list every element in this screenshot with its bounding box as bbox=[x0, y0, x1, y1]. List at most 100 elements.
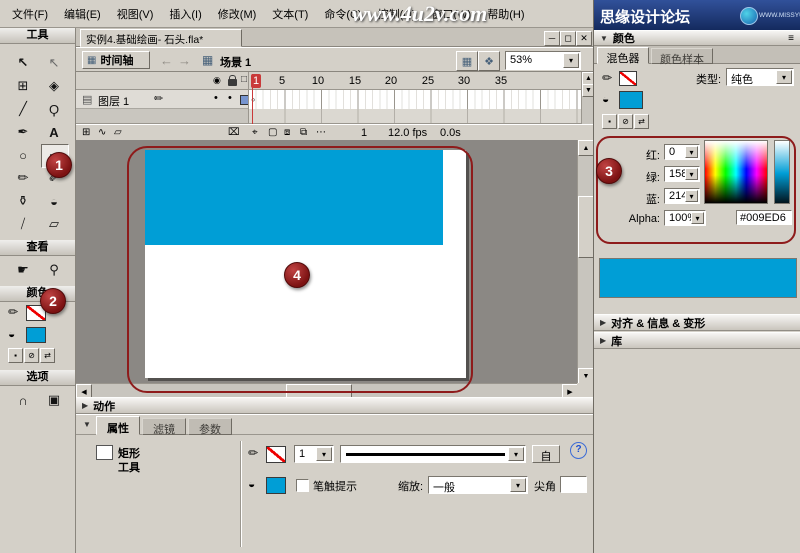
show-hide-eye-icon[interactable]: ◉ bbox=[213, 75, 221, 86]
edit-scene-button[interactable]: ▦ bbox=[456, 51, 478, 71]
help-button[interactable]: ? bbox=[570, 442, 587, 459]
menu-modify[interactable]: 修改(M) bbox=[210, 4, 265, 24]
blue-spinner-icon[interactable]: ▾ bbox=[685, 190, 698, 202]
alpha-input[interactable]: 100% ▾ bbox=[664, 210, 706, 226]
default-colors-button[interactable]: ▪ bbox=[8, 348, 23, 363]
free-transform-tool[interactable]: ⊞ bbox=[10, 75, 36, 97]
doc-close-button[interactable]: ✕ bbox=[576, 31, 592, 46]
blue-input[interactable]: 214 ▾ bbox=[664, 188, 700, 204]
doc-minimize-button[interactable]: － bbox=[544, 31, 560, 46]
paint-bucket-tool[interactable]: ◒ bbox=[41, 190, 67, 212]
zoom-combobox[interactable]: 53% ▾ bbox=[505, 51, 581, 70]
stroke-color-swatch[interactable] bbox=[266, 446, 286, 463]
mixer-fill-swatch[interactable] bbox=[619, 91, 643, 109]
type-arrow-icon[interactable]: ▾ bbox=[776, 70, 792, 84]
line-tool[interactable]: ╱ bbox=[10, 98, 36, 120]
insert-layer-icon[interactable]: ⊞ bbox=[82, 127, 90, 138]
frame-ruler[interactable]: 1 5 10 15 20 25 30 35 bbox=[248, 72, 581, 90]
tab-filters[interactable]: 滤镜 bbox=[142, 418, 186, 435]
zoom-dropdown-arrow-icon[interactable]: ▾ bbox=[563, 53, 579, 68]
color-panel-header[interactable]: ▼ 颜色 ≡ bbox=[594, 30, 800, 46]
onion-outline-icon[interactable]: ⧈ bbox=[284, 127, 290, 138]
snap-magnet-button[interactable]: ∩ bbox=[10, 389, 36, 411]
brightness-slider[interactable] bbox=[774, 140, 790, 204]
scale-combobox[interactable]: 一般 ▾ bbox=[428, 476, 528, 494]
red-input[interactable]: 0 ▾ bbox=[664, 144, 700, 160]
ink-bottle-tool[interactable]: ⚱ bbox=[10, 190, 36, 212]
scroll-down-icon[interactable]: ▼ bbox=[578, 368, 594, 384]
insert-folder-icon[interactable]: ▱ bbox=[114, 127, 122, 138]
custom-stroke-button[interactable]: 自 bbox=[532, 445, 560, 463]
scroll-up-icon[interactable]: ▲ bbox=[578, 140, 594, 156]
scale-arrow-icon[interactable]: ▾ bbox=[510, 478, 526, 492]
playhead-line[interactable] bbox=[252, 74, 253, 124]
stroke-style-arrow-icon[interactable]: ▾ bbox=[508, 447, 524, 461]
frame-rate-value[interactable]: 12.0 fps bbox=[388, 127, 427, 139]
timeline-scrollbar[interactable]: ▲ ▼ bbox=[581, 72, 593, 124]
history-back-button[interactable]: ← bbox=[160, 53, 173, 68]
hex-input[interactable]: #009ED6 bbox=[736, 210, 792, 225]
type-combobox[interactable]: 纯色 ▾ bbox=[726, 68, 794, 86]
center-frame-icon[interactable]: ⌖ bbox=[252, 127, 258, 138]
canvas-vertical-scrollbar[interactable]: ▲ ▼ bbox=[577, 140, 593, 383]
tab-parameters[interactable]: 参数 bbox=[188, 418, 232, 435]
stroke-style-combobox[interactable]: ▾ bbox=[340, 445, 526, 463]
miter-input[interactable] bbox=[560, 476, 587, 493]
mixer-default-colors-button[interactable]: ▪ bbox=[602, 114, 617, 129]
text-tool[interactable]: A bbox=[41, 121, 67, 143]
onion-skin-icon[interactable]: ▢ bbox=[268, 127, 277, 138]
oval-tool[interactable]: ○ bbox=[10, 144, 36, 166]
pen-tool[interactable]: ✒ bbox=[10, 121, 36, 143]
green-spinner-icon[interactable]: ▾ bbox=[685, 168, 698, 180]
history-forward-button[interactable]: → bbox=[178, 53, 191, 68]
fill-color-swatch[interactable] bbox=[266, 477, 286, 494]
vertical-scroll-thumb[interactable] bbox=[578, 196, 594, 258]
canvas-area[interactable] bbox=[76, 140, 577, 383]
tab-properties[interactable]: 属性 bbox=[96, 416, 140, 435]
edit-multiple-frames-icon[interactable]: ⧉ bbox=[300, 127, 307, 138]
gradient-transform-tool[interactable]: ◈ bbox=[41, 75, 67, 97]
align-info-transform-panel-header[interactable]: ▶ 对齐 & 信息 & 变形 bbox=[594, 314, 800, 331]
edit-symbol-button[interactable]: ❖ bbox=[478, 51, 500, 71]
scene-name-label[interactable]: 场景 1 bbox=[220, 54, 251, 70]
fill-color-swatch[interactable] bbox=[26, 327, 46, 343]
mixer-no-color-button[interactable]: ⊘ bbox=[618, 114, 633, 129]
doc-restore-button[interactable]: ◻ bbox=[560, 31, 576, 46]
collapse-down-icon[interactable]: ▼ bbox=[83, 420, 91, 429]
lock-icon[interactable] bbox=[228, 79, 237, 86]
alpha-spinner-icon[interactable]: ▾ bbox=[691, 212, 704, 224]
modify-markers-icon[interactable]: ⋯ bbox=[316, 127, 326, 138]
actions-panel-header[interactable]: ▶ 动作 bbox=[76, 397, 593, 414]
tab-color-swatches[interactable]: 颜色样本 bbox=[651, 48, 713, 64]
layer-lock-dot-icon[interactable]: • bbox=[228, 92, 232, 104]
menu-view[interactable]: 视图(V) bbox=[109, 4, 162, 24]
object-drawing-button[interactable]: ▣ bbox=[41, 389, 67, 411]
mixer-swap-colors-button[interactable]: ⇄ bbox=[634, 114, 649, 129]
stroke-hint-checkbox[interactable] bbox=[296, 479, 309, 492]
green-input[interactable]: 158 ▾ bbox=[664, 166, 700, 182]
no-color-button[interactable]: ⊘ bbox=[24, 348, 39, 363]
color-spectrum-picker[interactable] bbox=[704, 140, 768, 204]
pencil-tool[interactable]: ✏ bbox=[10, 167, 36, 189]
hand-tool[interactable]: ☛ bbox=[10, 259, 36, 281]
menu-insert[interactable]: 插入(I) bbox=[161, 4, 209, 24]
motion-guide-icon[interactable]: ∿ bbox=[98, 127, 106, 138]
menu-text[interactable]: 文本(T) bbox=[264, 4, 316, 24]
tab-color-mixer[interactable]: 混色器 bbox=[597, 47, 649, 64]
red-spinner-icon[interactable]: ▾ bbox=[685, 146, 698, 158]
menu-file[interactable]: 文件(F) bbox=[4, 4, 56, 24]
stroke-height-combobox[interactable]: 1 ▾ bbox=[294, 445, 334, 463]
lasso-tool[interactable]: Ϙ bbox=[41, 98, 67, 120]
menu-edit[interactable]: 编辑(E) bbox=[56, 4, 109, 24]
mixer-stroke-swatch[interactable] bbox=[619, 71, 637, 86]
stage[interactable] bbox=[145, 150, 466, 378]
layer-visibility-dot-icon[interactable]: • bbox=[214, 92, 218, 104]
outline-view-icon[interactable]: □ bbox=[241, 74, 247, 85]
stroke-height-arrow-icon[interactable]: ▾ bbox=[316, 447, 332, 461]
eraser-tool[interactable]: ▱ bbox=[41, 213, 67, 235]
eyedropper-tool[interactable]: ⧸ bbox=[10, 213, 36, 235]
panel-menu-icon[interactable]: ≡ bbox=[788, 33, 794, 44]
document-tab[interactable]: 实例4.基础绘画- 石头.fla* bbox=[80, 29, 242, 47]
canvas-horizontal-scrollbar[interactable]: ◀ ▶ bbox=[76, 383, 577, 397]
layer-name-label[interactable]: 图层 1 bbox=[98, 93, 129, 109]
